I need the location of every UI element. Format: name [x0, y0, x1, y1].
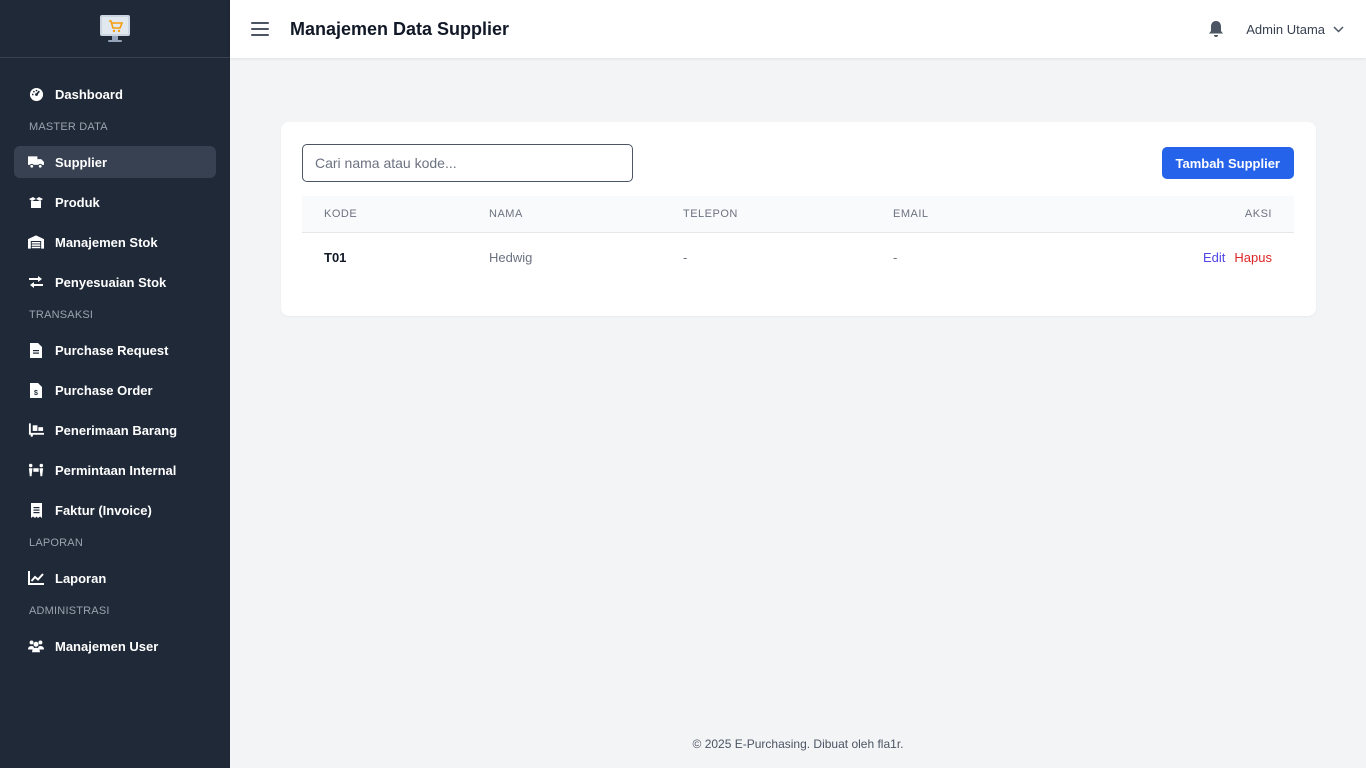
section-administrasi: ADMINISTRASI — [29, 605, 110, 617]
cell-telepon: - — [683, 250, 688, 265]
search-input[interactable] — [302, 144, 633, 182]
file-invoice-icon: $ — [28, 382, 44, 398]
user-menu[interactable]: Admin Utama — [1246, 22, 1344, 37]
sidebar-item-dashboard[interactable]: Dashboard — [14, 78, 216, 110]
supplier-table: KODE NAMA TELEPON EMAIL AKSI T01 Hedwig … — [302, 196, 1294, 281]
cell-kode: T01 — [324, 250, 347, 265]
receipt-icon — [28, 502, 44, 518]
footer: © 2025 E-Purchasing. Dibuat oleh fla1r. — [692, 737, 904, 751]
sidebar-item-penyesuaian-stok[interactable]: Penyesuaian Stok — [14, 266, 216, 298]
sidebar-item-manajemen-user[interactable]: Manajemen User — [14, 630, 216, 662]
sidebar-item-label: Manajemen User — [55, 638, 159, 654]
bell-icon[interactable] — [1206, 19, 1226, 39]
box-icon — [28, 194, 44, 210]
app-logo-icon[interactable] — [99, 14, 131, 44]
logo-area — [0, 0, 230, 58]
people-carry-icon — [28, 462, 44, 478]
section-transaksi: TRANSAKSI — [29, 309, 94, 321]
column-header-telepon: TELEPON — [683, 208, 738, 220]
hamburger-menu-icon[interactable] — [250, 19, 270, 39]
sidebar-item-manajemen-stok[interactable]: Manajemen Stok — [14, 226, 216, 258]
exchange-icon — [28, 274, 44, 290]
sidebar-item-laporan[interactable]: Laporan — [14, 562, 216, 594]
column-header-aksi: AKSI — [1244, 208, 1272, 220]
sidebar-item-faktur[interactable]: Faktur (Invoice) — [14, 494, 216, 526]
sidebar-nav: Dashboard MASTER DATA Supplier Produk Ma… — [0, 58, 230, 662]
warehouse-icon — [28, 234, 44, 250]
cell-aksi: Edit Hapus — [1203, 250, 1272, 265]
cell-email: - — [893, 250, 898, 265]
section-laporan: LAPORAN — [29, 537, 83, 549]
table-row: T01 Hedwig - - Edit Hapus — [302, 233, 1294, 281]
file-icon — [28, 342, 44, 358]
add-supplier-button[interactable]: Tambah Supplier — [1161, 147, 1294, 179]
header-right: Admin Utama — [1206, 19, 1344, 39]
sidebar-item-label: Faktur (Invoice) — [55, 502, 152, 518]
sidebar-item-supplier[interactable]: Supplier — [14, 146, 216, 178]
sidebar-item-permintaan-internal[interactable]: Permintaan Internal — [14, 454, 216, 486]
sidebar-item-label: Purchase Order — [55, 382, 153, 398]
edit-link[interactable]: Edit — [1203, 250, 1225, 265]
sidebar-item-purchase-order[interactable]: $ Purchase Order — [14, 374, 216, 406]
sidebar-item-penerimaan-barang[interactable]: Penerimaan Barang — [14, 414, 216, 446]
sidebar: Dashboard MASTER DATA Supplier Produk Ma… — [0, 0, 230, 768]
table-header: KODE NAMA TELEPON EMAIL AKSI — [302, 196, 1294, 233]
sidebar-item-label: Manajemen Stok — [55, 234, 158, 250]
column-header-nama: NAMA — [489, 208, 523, 220]
dolly-icon — [28, 422, 44, 438]
top-header: Manajemen Data Supplier Admin Utama — [230, 0, 1366, 58]
chevron-down-icon — [1333, 25, 1344, 33]
cell-nama: Hedwig — [489, 250, 533, 265]
sidebar-item-label: Purchase Request — [55, 342, 169, 358]
users-icon — [28, 638, 44, 654]
page-title: Manajemen Data Supplier — [290, 18, 510, 39]
supplier-card: Tambah Supplier KODE NAMA TELEPON EMAIL … — [281, 122, 1316, 316]
sidebar-item-label: Produk — [55, 194, 100, 210]
column-header-kode: KODE — [324, 208, 358, 220]
section-master-data: MASTER DATA — [29, 121, 108, 133]
sidebar-item-label: Dashboard — [55, 86, 123, 102]
sidebar-item-label: Laporan — [55, 570, 107, 586]
truck-icon — [28, 154, 44, 170]
sidebar-item-label: Permintaan Internal — [55, 462, 177, 478]
svg-text:$: $ — [34, 390, 38, 397]
delete-link[interactable]: Hapus — [1234, 250, 1272, 265]
sidebar-item-label: Penyesuaian Stok — [55, 274, 167, 290]
user-name: Admin Utama — [1246, 21, 1325, 37]
gauge-icon — [28, 86, 44, 102]
sidebar-item-label: Penerimaan Barang — [55, 422, 178, 438]
sidebar-item-label: Supplier — [55, 154, 108, 170]
sidebar-item-purchase-request[interactable]: Purchase Request — [14, 334, 216, 366]
sidebar-item-produk[interactable]: Produk — [14, 186, 216, 218]
column-header-email: EMAIL — [893, 208, 929, 220]
chart-line-icon — [28, 570, 44, 586]
